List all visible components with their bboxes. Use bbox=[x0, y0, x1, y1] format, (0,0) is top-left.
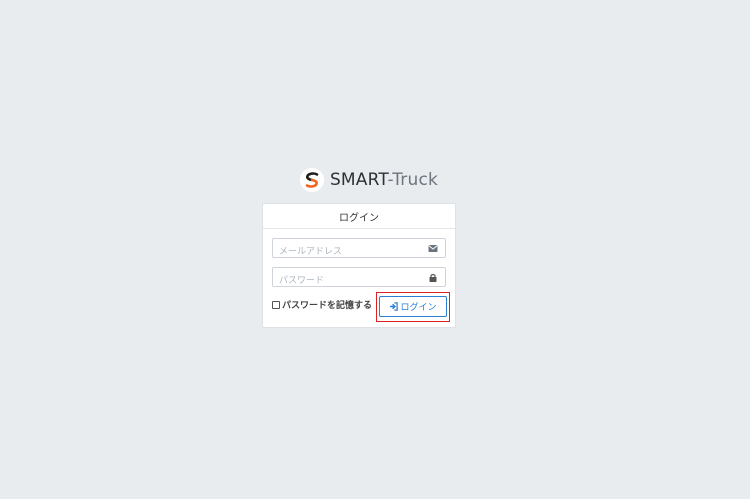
login-card-title: ログイン bbox=[263, 204, 455, 229]
password-field[interactable] bbox=[272, 267, 446, 290]
login-card: ログイン パスワードを記憶する ロ bbox=[262, 203, 456, 328]
remember-password-label: パスワードを記憶する bbox=[282, 301, 373, 311]
envelope-icon bbox=[428, 245, 438, 252]
remember-password-checkbox[interactable]: パスワードを記憶する bbox=[272, 298, 372, 311]
login-button[interactable]: ログイン bbox=[379, 296, 447, 317]
lock-icon bbox=[429, 274, 437, 282]
brand-header: SMART-Truck bbox=[0, 166, 750, 194]
sign-in-icon bbox=[390, 302, 399, 311]
email-input[interactable] bbox=[273, 243, 419, 261]
remember-checkbox-box[interactable] bbox=[272, 300, 280, 309]
smart-truck-logo-icon bbox=[299, 168, 324, 192]
brand-name-suffix: -Truck bbox=[387, 170, 439, 190]
brand-name-main: SMART bbox=[329, 170, 388, 190]
login-button-label: ログイン bbox=[400, 303, 437, 313]
email-field[interactable] bbox=[272, 238, 446, 261]
login-page: SMART-Truck ログイン パスワードを記憶する bbox=[0, 0, 750, 499]
brand-name: SMART-Truck bbox=[330, 170, 438, 190]
password-input[interactable] bbox=[273, 272, 419, 290]
